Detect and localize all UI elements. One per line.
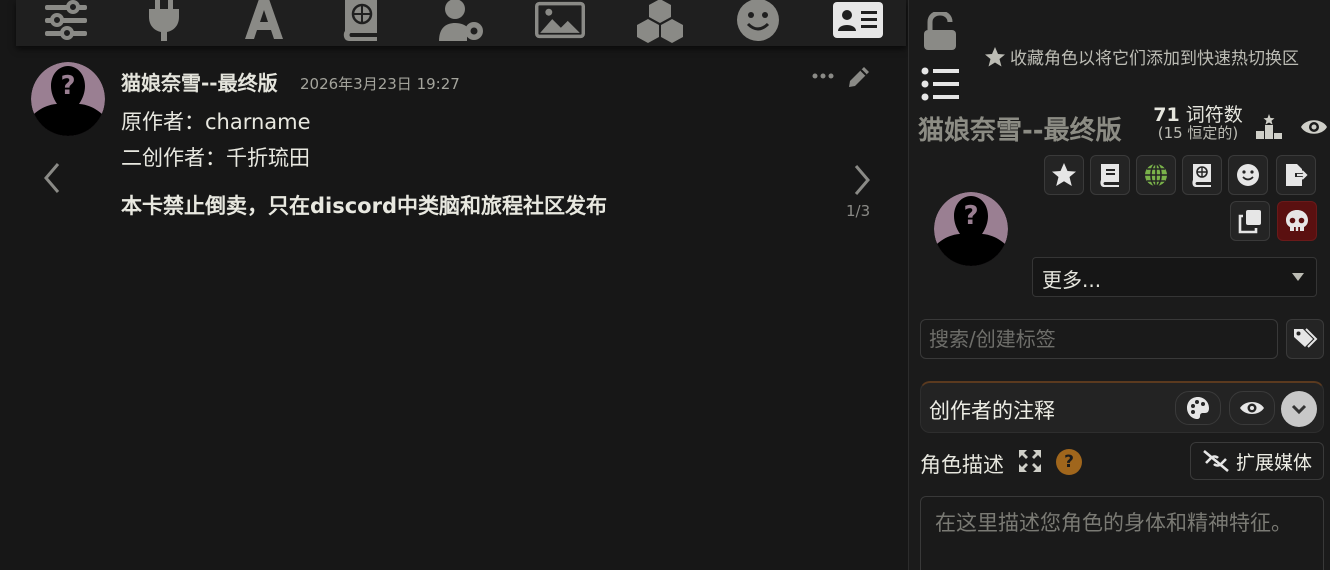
advanced-definitions-button[interactable]: [1090, 155, 1130, 195]
star-icon: [985, 46, 1005, 66]
emotion-button[interactable]: [1228, 155, 1268, 195]
globe-icon: [1145, 163, 1167, 187]
ranking-stats-icon[interactable]: [1254, 112, 1284, 142]
skull-icon: [1286, 210, 1308, 231]
cubes-icon[interactable]: [634, 0, 686, 44]
smile-icon[interactable]: [732, 0, 784, 44]
eye-icon[interactable]: [1300, 114, 1328, 140]
smile-icon: [1237, 164, 1259, 186]
book-atlas-icon[interactable]: [336, 0, 388, 44]
creator-notes-title: 创作者的注释: [929, 399, 1055, 423]
export-button[interactable]: [1276, 155, 1316, 195]
token-permanent: (15 恒定的): [1157, 124, 1239, 142]
favorite-hint: 收藏角色以将它们添加到快速热切换区: [984, 44, 1299, 69]
favorite-hint-text: 收藏角色以将它们添加到快速热切换区: [1010, 49, 1299, 69]
message-text-line: 二创作者：千折琉田: [121, 146, 310, 170]
delete-character-button[interactable]: [1277, 201, 1317, 241]
plug-icon[interactable]: [138, 0, 190, 44]
chevron-right-icon[interactable]: [848, 162, 874, 198]
favorite-button[interactable]: [1044, 155, 1084, 195]
token-count-label: 词符数: [1185, 104, 1243, 126]
world-info-button[interactable]: [1136, 155, 1176, 195]
message-timestamp: 2026年3月23日 19:27: [300, 75, 460, 93]
more-options-select[interactable]: 更多...: [1032, 257, 1317, 297]
list-icon[interactable]: [921, 66, 961, 102]
chevron-down-icon[interactable]: [1281, 391, 1317, 427]
extend-media-label: 扩展媒体: [1235, 451, 1312, 474]
extend-media-button[interactable]: 扩展媒体: [1190, 442, 1324, 480]
lorebook-button[interactable]: [1182, 155, 1222, 195]
more-options-label: 更多...: [1042, 268, 1102, 292]
font-icon[interactable]: [238, 0, 290, 44]
message-text-line: 本卡禁止倒卖，只在discord中类脑和旅程社区发布: [121, 194, 607, 218]
message-avatar[interactable]: ?: [31, 62, 105, 136]
eye-icon: [1240, 402, 1264, 414]
top-toolbar: [16, 0, 906, 46]
description-label: 角色描述: [920, 453, 1004, 477]
message-text-line: 原作者：charname: [121, 110, 311, 134]
palette-icon: [1187, 397, 1209, 419]
address-card-icon[interactable]: [832, 0, 884, 44]
book-atlas-icon: [1192, 164, 1211, 187]
swipe-counter: 1/3: [846, 202, 871, 220]
tags-icon: [1294, 328, 1318, 348]
unlock-icon[interactable]: [922, 10, 958, 52]
expand-icon[interactable]: [1018, 449, 1042, 473]
help-icon[interactable]: ?: [1056, 449, 1082, 475]
user-gear-icon[interactable]: [436, 0, 488, 44]
caret-down-icon: [1292, 273, 1304, 281]
visibility-button[interactable]: [1229, 391, 1275, 425]
image-icon[interactable]: [534, 0, 586, 44]
tag-search-input[interactable]: [920, 319, 1278, 359]
description-textarea[interactable]: [920, 496, 1324, 570]
character-name-title: 猫娘奈雪--最终版: [918, 116, 1122, 146]
tags-button[interactable]: [1286, 319, 1324, 359]
svg-text:?: ?: [60, 71, 75, 101]
clone-icon: [1238, 210, 1261, 234]
creator-notes-drawer[interactable]: 创作者的注释: [920, 381, 1324, 433]
pencil-icon[interactable]: [846, 64, 872, 90]
file-export-icon: [1286, 164, 1308, 186]
duplicate-button[interactable]: [1230, 201, 1270, 241]
book-icon: [1100, 164, 1119, 187]
svg-text:?: ?: [963, 201, 978, 231]
sliders-icon[interactable]: [40, 0, 92, 44]
star-icon: [1052, 163, 1076, 186]
token-counter: 71 词符数 (15 恒定的): [1150, 106, 1246, 141]
character-avatar[interactable]: ?: [934, 192, 1008, 266]
ellipsis-icon[interactable]: [812, 66, 834, 86]
chevron-left-icon[interactable]: [40, 160, 66, 196]
palette-button[interactable]: [1175, 391, 1221, 425]
link-slash-icon: [1203, 450, 1229, 472]
token-count-value: 71: [1153, 104, 1180, 126]
message-author-name: 猫娘奈雪--最终版: [121, 71, 278, 95]
